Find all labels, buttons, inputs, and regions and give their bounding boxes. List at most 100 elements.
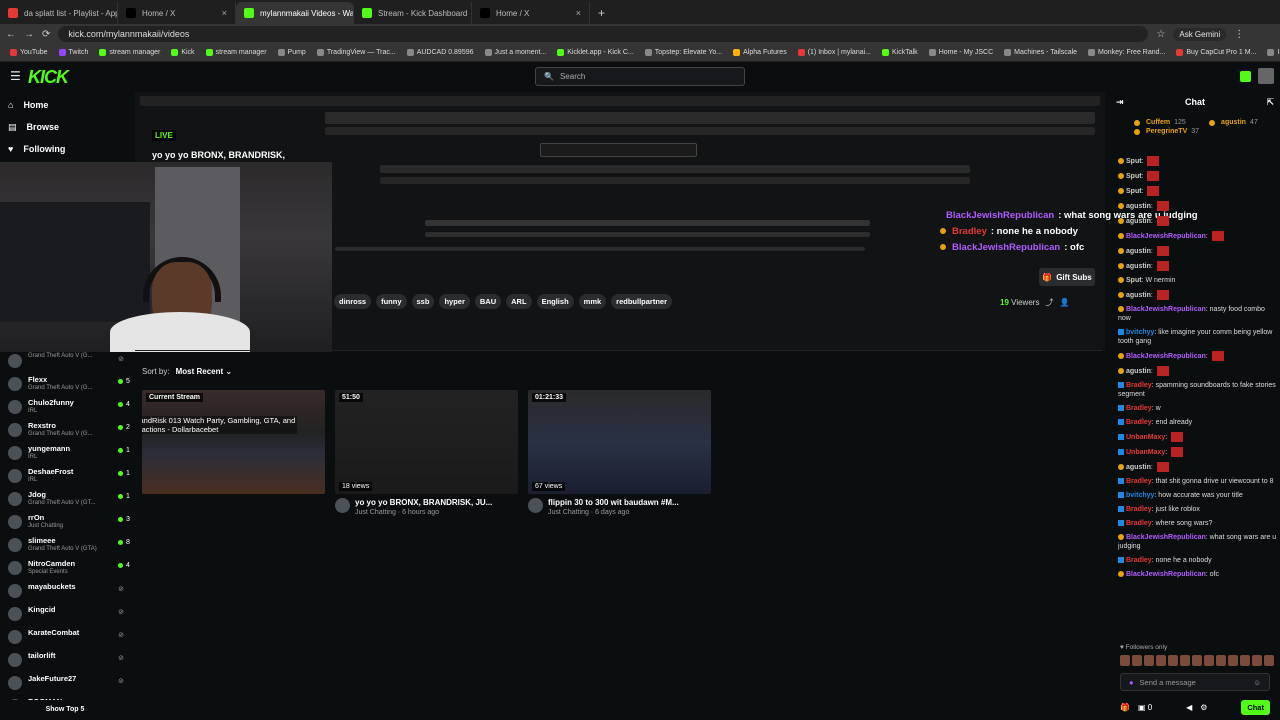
user-avatar[interactable] <box>1258 68 1274 84</box>
bookmark-item[interactable]: Topstep: Elevate Yo... <box>644 49 722 56</box>
chat-username[interactable]: agustin <box>1126 248 1151 255</box>
chat-username[interactable]: BlackJewishRepublican <box>1126 353 1206 360</box>
channel-item[interactable]: NitroCamden Special Events 4 <box>0 559 130 582</box>
reload-icon[interactable]: ⟳ <box>42 29 50 40</box>
send-chat-button[interactable]: Chat <box>1241 699 1270 715</box>
bookmark-item[interactable]: Just a moment... <box>484 49 546 56</box>
bookmark-item[interactable]: stream manager <box>205 49 267 56</box>
points-icon[interactable]: ▣ 0 <box>1138 703 1152 712</box>
chat-username[interactable]: Bradley <box>1126 557 1152 564</box>
chat-username[interactable]: Bradley <box>1126 419 1152 426</box>
bookmark-item[interactable]: (1) Inbox | mylanai... <box>797 49 871 56</box>
chat-username[interactable]: bvitchyy <box>1126 329 1154 336</box>
gift-icon[interactable]: 🎁 <box>1120 703 1130 712</box>
nav-item-following[interactable]: ♥ Following <box>0 138 130 160</box>
channel-item[interactable]: mayabuckets ⊘ <box>0 582 130 605</box>
channel-item[interactable]: RexstroGrand Theft Auto V (G... 208 <box>0 421 130 444</box>
chat-username[interactable]: UnbanMaxy <box>1126 434 1165 441</box>
bookmark-item[interactable]: stream manager <box>99 49 160 56</box>
share-icon[interactable]: ⤴ <box>1045 297 1053 308</box>
chat-username[interactable]: agustin <box>1126 203 1151 210</box>
emote-icon[interactable] <box>1216 655 1226 666</box>
emote-icon[interactable] <box>1264 655 1274 666</box>
menu-icon[interactable]: ⋮ <box>1234 29 1244 40</box>
emote-icon[interactable] <box>1120 655 1130 666</box>
chat-username[interactable]: agustin <box>1126 464 1151 471</box>
chat-input[interactable]: ● Send a message ☺ <box>1120 673 1270 691</box>
gift-subs-button[interactable]: 🎁 Gift Subs <box>1039 268 1095 286</box>
collapse-chat-icon[interactable]: ⇥ <box>1116 97 1124 108</box>
channel-item[interactable]: KarateCombat ⊘ <box>0 628 130 651</box>
gear-icon[interactable]: ⚙ <box>1200 703 1207 712</box>
channel-item[interactable]: JdogGrand Theft Auto V (GT... 119 <box>0 490 130 513</box>
bookmark-item[interactable]: AUDCAD 0.89596 <box>406 49 474 56</box>
bookmark-star-icon[interactable]: ☆ <box>1156 29 1165 40</box>
emote-icon[interactable] <box>1192 655 1202 666</box>
close-icon[interactable]: × <box>222 8 227 18</box>
bookmark-item[interactable]: YouTube <box>10 49 48 56</box>
close-icon[interactable]: × <box>576 8 581 18</box>
emote-icon[interactable] <box>1144 655 1154 666</box>
url-field[interactable]: kick.com/mylannmakaii/videos <box>58 26 1149 42</box>
video-card[interactable]: 51:50 18 views yo yo yo BRONX, BRANDRISK, … <box>335 390 518 517</box>
chat-username[interactable]: BlackJewishRepublican <box>1126 534 1206 541</box>
channel-item[interactable]: FlexxGrand Theft Auto V (G... 566 <box>0 375 130 398</box>
go-live-icon[interactable] <box>1240 71 1251 82</box>
bookmark-item[interactable]: Twitch <box>58 49 88 56</box>
chat-username[interactable]: Bradley <box>1126 382 1152 389</box>
stream-tag[interactable]: hyper <box>439 294 470 309</box>
ask-gemini-button[interactable]: Ask Gemini <box>1173 27 1227 41</box>
bookmark-item[interactable]: Buy CapCut Pro 1 M... <box>1176 49 1256 56</box>
emoji-icon[interactable]: ☺ <box>1253 678 1261 687</box>
browser-tab[interactable]: da splatt list - Playlist - App× <box>0 2 118 24</box>
forward-icon[interactable]: → <box>24 29 34 40</box>
bookmark-item[interactable]: IRLToolkit <box>1267 49 1280 56</box>
video-title[interactable]: flippin 30 to 300 wit baudawn #M... <box>548 498 698 508</box>
chat-username[interactable]: Bradley <box>1126 405 1152 412</box>
emote-icon[interactable] <box>1168 655 1178 666</box>
chat-username[interactable]: bvitchyy <box>1126 492 1154 499</box>
browser-tab[interactable]: Stream - Kick Dashboard× <box>354 2 472 24</box>
bookmark-item[interactable]: KickTalk <box>882 49 918 56</box>
chat-username[interactable]: Sput <box>1126 277 1142 284</box>
bookmark-item[interactable]: Machines - Tailscale <box>1004 49 1077 56</box>
show-top-button[interactable]: Show Top 5 <box>0 700 130 720</box>
channel-item[interactable]: yungemannIRL 193 <box>0 444 130 467</box>
bookmark-item[interactable]: TradingView — Trac... <box>316 49 396 56</box>
channel-item[interactable]: rrOnJust Chatting 31 <box>0 513 130 536</box>
kick-logo[interactable]: KICK <box>28 67 69 88</box>
emote-icon[interactable] <box>1180 655 1190 666</box>
emote-icon[interactable] <box>1156 655 1166 666</box>
nav-item-home[interactable]: ⌂ Home <box>0 94 130 116</box>
bookmark-item[interactable]: Kick <box>171 49 195 56</box>
chat-username[interactable]: Bradley <box>1126 478 1152 485</box>
video-thumbnail[interactable]: 01:21:33 67 views <box>528 390 711 494</box>
sort-dropdown[interactable]: Most Recent ⌄ <box>176 367 233 376</box>
follow-icon[interactable]: 👤 <box>1059 298 1069 307</box>
stream-tag[interactable]: funny <box>376 294 407 309</box>
channel-item[interactable]: Grand Theft Auto V (G... ⊘ <box>0 352 130 375</box>
channel-item[interactable]: DeshaeFrostIRL 120 <box>0 467 130 490</box>
chat-username[interactable]: agustin <box>1126 218 1151 225</box>
search-input[interactable]: 🔍 Search <box>535 67 745 86</box>
hamburger-icon[interactable]: ☰ <box>10 69 21 83</box>
stream-tag[interactable]: dinross <box>334 294 372 309</box>
video-title[interactable]: yo yo yo BRONX, BRANDRISK, JU... <box>355 498 505 508</box>
chat-username[interactable]: Sput <box>1126 158 1142 165</box>
stream-tag[interactable]: ssb <box>411 294 435 309</box>
emote-icon[interactable] <box>1240 655 1250 666</box>
bookmark-item[interactable]: Monkey: Free Rand... <box>1088 49 1165 56</box>
stream-tag[interactable]: English <box>536 294 574 309</box>
chat-username[interactable]: agustin <box>1126 292 1151 299</box>
emote-icon[interactable] <box>1132 655 1142 666</box>
chat-username[interactable]: Sput <box>1126 188 1142 195</box>
bookmark-item[interactable]: Alpha Futures <box>733 49 787 56</box>
chat-username[interactable]: BlackJewishRepublican <box>1126 233 1206 240</box>
bookmark-item[interactable]: Kicklet.app - Kick C... <box>557 49 634 56</box>
emote-icon[interactable] <box>1228 655 1238 666</box>
emote-icon[interactable] <box>1204 655 1214 666</box>
new-tab-icon[interactable]: + <box>590 6 613 24</box>
chat-username[interactable]: BlackJewishRepublican <box>1126 306 1206 313</box>
stream-tag[interactable]: mmk <box>578 294 607 309</box>
bookmark-item[interactable]: Pump <box>277 49 306 56</box>
